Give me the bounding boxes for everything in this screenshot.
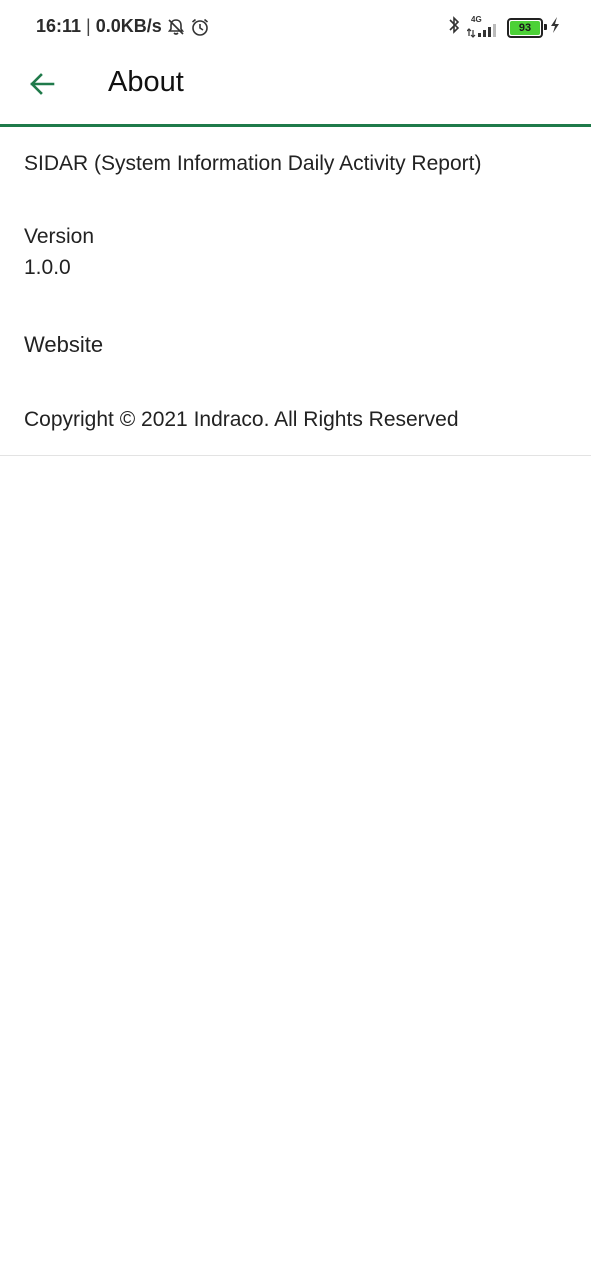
content-divider xyxy=(0,455,591,456)
alarm-icon xyxy=(190,17,210,37)
back-button[interactable] xyxy=(22,64,62,104)
charging-icon xyxy=(549,16,561,39)
status-separator: | xyxy=(86,16,91,36)
copyright-text: Copyright © 2021 Indraco. All Rights Res… xyxy=(24,408,459,431)
website-link[interactable]: Website xyxy=(0,332,103,358)
arrow-left-icon xyxy=(30,73,55,95)
battery-level: 93 xyxy=(510,20,540,35)
status-bar: 16:11 | 0.0KB/s 4G 93 xyxy=(0,0,591,56)
app-name: SIDAR (System Information Daily Activity… xyxy=(24,152,482,175)
signal-icon: 4G xyxy=(467,15,501,39)
page-title: About xyxy=(108,66,184,98)
app-bar: About xyxy=(0,56,591,125)
status-right: 4G 93 xyxy=(441,15,561,40)
bluetooth-icon xyxy=(447,15,461,40)
status-left: 16:11 | 0.0KB/s xyxy=(36,16,210,37)
version-label: Version xyxy=(24,225,95,248)
status-time: 16:11 xyxy=(36,16,82,36)
app-bar-divider xyxy=(0,124,591,127)
muted-bell-icon xyxy=(166,17,186,37)
battery-icon: 93 xyxy=(507,17,547,38)
network-speed: 0.0KB/s xyxy=(95,16,162,36)
version-value: 1.0.0 xyxy=(24,256,71,279)
